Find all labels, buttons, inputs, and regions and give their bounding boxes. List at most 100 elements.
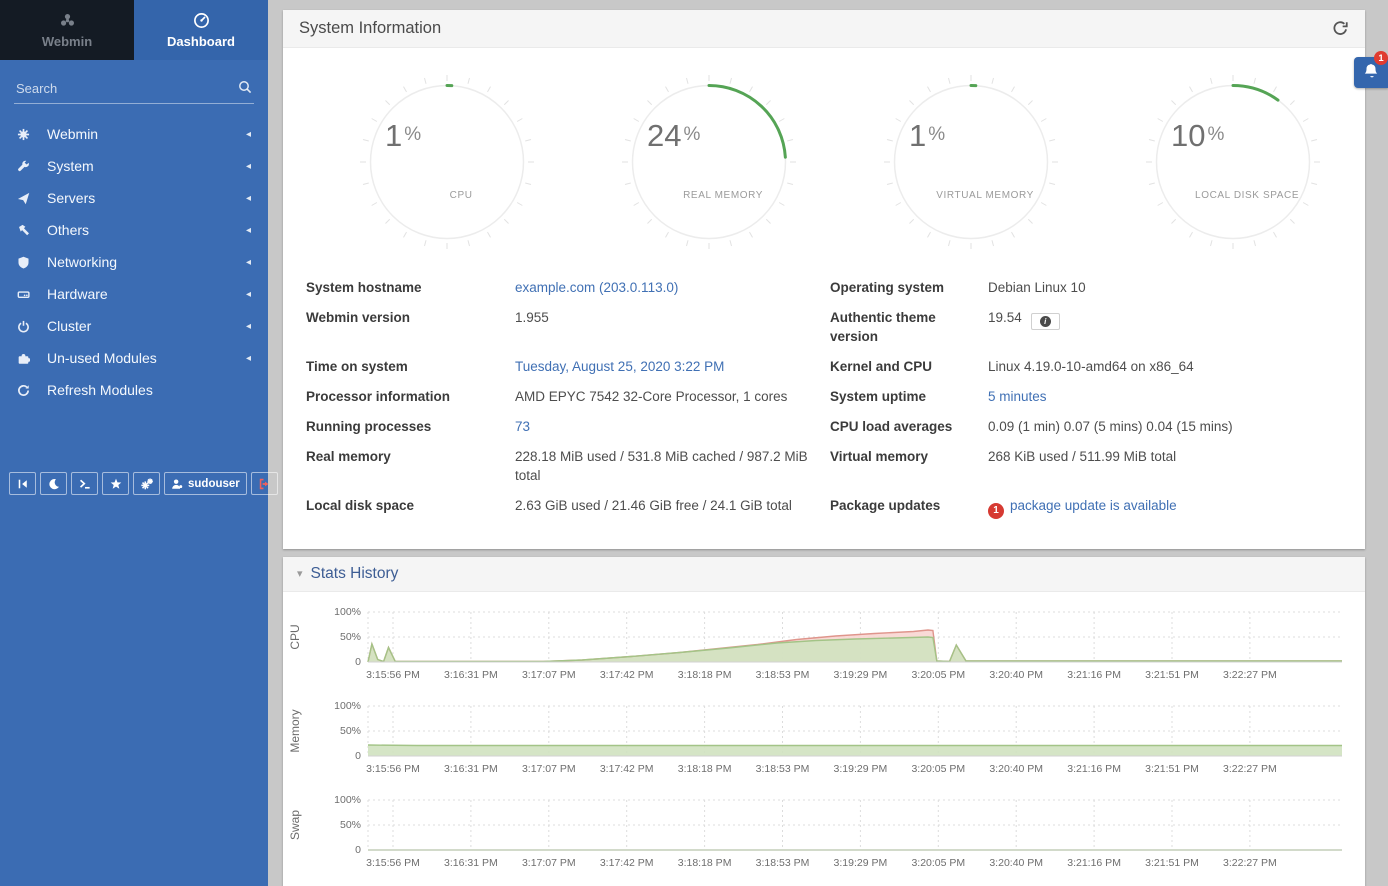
- tab-label: Dashboard: [167, 34, 235, 49]
- svg-text:3:20:05 PM: 3:20:05 PM: [911, 763, 965, 775]
- svg-text:50%: 50%: [340, 725, 361, 737]
- info-value-processor-information: AMD EPYC 7542 32-Core Processor, 1 cores: [515, 387, 830, 406]
- svg-text:3:21:16 PM: 3:21:16 PM: [1067, 857, 1121, 869]
- info-value-text: 268 KiB used / 511.99 MiB total: [988, 449, 1176, 464]
- svg-text:3:16:31 PM: 3:16:31 PM: [444, 669, 498, 681]
- stats-chart-swap: 100%50%03:15:56 PM3:16:31 PM3:17:07 PM3:…: [283, 792, 1365, 886]
- logout-button[interactable]: [251, 472, 278, 495]
- info-value-text: Linux 4.19.0-10-amd64 on x86_64: [988, 359, 1194, 374]
- info-value-text[interactable]: 73: [515, 419, 530, 434]
- favorites-icon: [110, 478, 122, 490]
- night-mode-button[interactable]: [40, 472, 67, 495]
- info-value-time-on-system[interactable]: Tuesday, August 25, 2020 3:22 PM: [515, 357, 830, 376]
- sidebar-item-others[interactable]: Others◂: [0, 214, 268, 246]
- svg-text:3:18:53 PM: 3:18:53 PM: [756, 763, 810, 775]
- caret-left-icon: ◂: [246, 353, 251, 364]
- sidebar-tabs: Webmin Dashboard: [0, 0, 268, 60]
- svg-text:3:20:40 PM: 3:20:40 PM: [989, 857, 1043, 869]
- svg-text:3:15:56 PM: 3:15:56 PM: [366, 857, 420, 869]
- night-mode-icon: [48, 478, 60, 490]
- sidebar-item-label: Webmin: [47, 126, 98, 142]
- sidebar-item-hardware[interactable]: Hardware◂: [0, 278, 268, 310]
- notifications-button[interactable]: 1: [1354, 57, 1388, 88]
- svg-text:100%: 100%: [334, 794, 361, 806]
- svg-text:3:18:18 PM: 3:18:18 PM: [678, 669, 732, 681]
- info-label-real-memory: Real memory: [306, 447, 515, 485]
- stats-history-title: Stats History: [311, 565, 399, 583]
- info-value-webmin-version: 1.955: [515, 308, 830, 346]
- sidebar-item-networking[interactable]: Networking◂: [0, 246, 268, 278]
- svg-text:0: 0: [355, 750, 361, 762]
- tab-dashboard[interactable]: Dashboard: [134, 0, 268, 60]
- svg-text:0: 0: [355, 844, 361, 856]
- info-value-system-uptime[interactable]: 5 minutes: [988, 387, 1342, 406]
- info-value-running-processes[interactable]: 73: [515, 417, 830, 436]
- svg-text:3:22:27 PM: 3:22:27 PM: [1223, 669, 1277, 681]
- favorites-button[interactable]: [102, 472, 129, 495]
- refresh-button[interactable]: [1332, 20, 1349, 37]
- info-value-text[interactable]: 5 minutes: [988, 389, 1047, 404]
- theme-settings-button[interactable]: [133, 472, 160, 495]
- svg-text:3:18:53 PM: 3:18:53 PM: [756, 857, 810, 869]
- theme-info-button[interactable]: i: [1031, 313, 1060, 330]
- svg-text:3:17:42 PM: 3:17:42 PM: [600, 763, 654, 775]
- svg-text:50%: 50%: [340, 631, 361, 643]
- info-label-running-processes: Running processes: [306, 417, 515, 436]
- info-value-text: Debian Linux 10: [988, 280, 1086, 295]
- info-value-operating-system: Debian Linux 10: [988, 278, 1342, 297]
- info-value-text: 0.09 (1 min) 0.07 (5 mins) 0.04 (15 mins…: [988, 419, 1233, 434]
- info-value-authentic-theme-version[interactable]: 19.54i: [988, 308, 1342, 346]
- info-value-package-updates[interactable]: 1package update is available: [988, 496, 1342, 519]
- shield-icon: [17, 256, 30, 269]
- info-label-local-disk-space: Local disk space: [306, 496, 515, 519]
- svg-text:3:16:31 PM: 3:16:31 PM: [444, 763, 498, 775]
- tab-webmin[interactable]: Webmin: [0, 0, 134, 60]
- sidebar-item-refresh-modules[interactable]: Refresh Modules: [0, 374, 268, 406]
- info-value-text[interactable]: package update is available: [1010, 498, 1177, 513]
- sidebar-item-cluster[interactable]: Cluster◂: [0, 310, 268, 342]
- sidebar-nav: Webmin◂System◂Servers◂Others◂Networking◂…: [0, 118, 268, 406]
- caret-left-icon: ◂: [246, 193, 251, 204]
- svg-text:3:19:29 PM: 3:19:29 PM: [834, 763, 888, 775]
- power-icon: [17, 320, 30, 333]
- sidebar-search: [14, 76, 254, 104]
- info-value-text[interactable]: Tuesday, August 25, 2020 3:22 PM: [515, 359, 724, 374]
- refresh-icon: [1332, 20, 1349, 37]
- info-value-local-disk-space: 2.63 GiB used / 21.46 GiB free / 24.1 Gi…: [515, 496, 830, 519]
- collapse-sidebar-button[interactable]: [9, 472, 36, 495]
- info-value-text[interactable]: example.com (203.0.113.0): [515, 280, 678, 295]
- info-label-package-updates: Package updates: [830, 496, 988, 519]
- sidebar-item-webmin[interactable]: Webmin ◂: [0, 118, 268, 150]
- system-information-header: System Information: [283, 10, 1365, 48]
- terminal-button[interactable]: [71, 472, 98, 495]
- svg-text:CPU: CPU: [288, 624, 302, 649]
- search-input[interactable]: [14, 76, 254, 104]
- stats-charts: 100%50%03:15:56 PM3:16:31 PM3:17:07 PM3:…: [283, 592, 1365, 886]
- gauge-dial: [359, 74, 535, 250]
- caret-left-icon: ◂: [246, 129, 251, 140]
- sidebar: WebminDashboard Webmin◂System◂Servers◂Ot…: [0, 0, 268, 886]
- info-label-time-on-system: Time on system: [306, 357, 515, 376]
- sidebar-item-label: Cluster: [47, 318, 91, 334]
- user-icon: [171, 478, 183, 490]
- sidebar-item-label: Refresh Modules: [47, 382, 153, 398]
- sidebar-item-system[interactable]: System◂: [0, 150, 268, 182]
- chart-memory: 100%50%03:15:56 PM3:16:31 PM3:17:07 PM3:…: [283, 698, 1365, 784]
- info-label-kernel-and-cpu: Kernel and CPU: [830, 357, 988, 376]
- svg-text:3:19:29 PM: 3:19:29 PM: [834, 669, 888, 681]
- sidebar-item-un-used-modules[interactable]: Un-used Modules◂: [0, 342, 268, 374]
- gauge-real-memory: 24% REAL MEMORY: [621, 74, 797, 262]
- stats-history-header[interactable]: ▾ Stats History: [283, 557, 1365, 592]
- settings-icon: [141, 478, 153, 490]
- info-value-system-hostname[interactable]: example.com (203.0.113.0): [515, 278, 830, 297]
- gauge-dial: [1145, 74, 1321, 250]
- caret-left-icon: ◂: [246, 289, 251, 300]
- sidebar-item-label: Others: [47, 222, 89, 238]
- user-button[interactable]: sudouser: [164, 472, 247, 495]
- sidebar-item-label: System: [47, 158, 94, 174]
- send-icon: [17, 192, 30, 205]
- svg-text:3:18:18 PM: 3:18:18 PM: [678, 857, 732, 869]
- system-info-table: System hostnameexample.com (203.0.113.0)…: [283, 264, 1365, 549]
- svg-text:3:21:51 PM: 3:21:51 PM: [1145, 857, 1199, 869]
- sidebar-item-servers[interactable]: Servers◂: [0, 182, 268, 214]
